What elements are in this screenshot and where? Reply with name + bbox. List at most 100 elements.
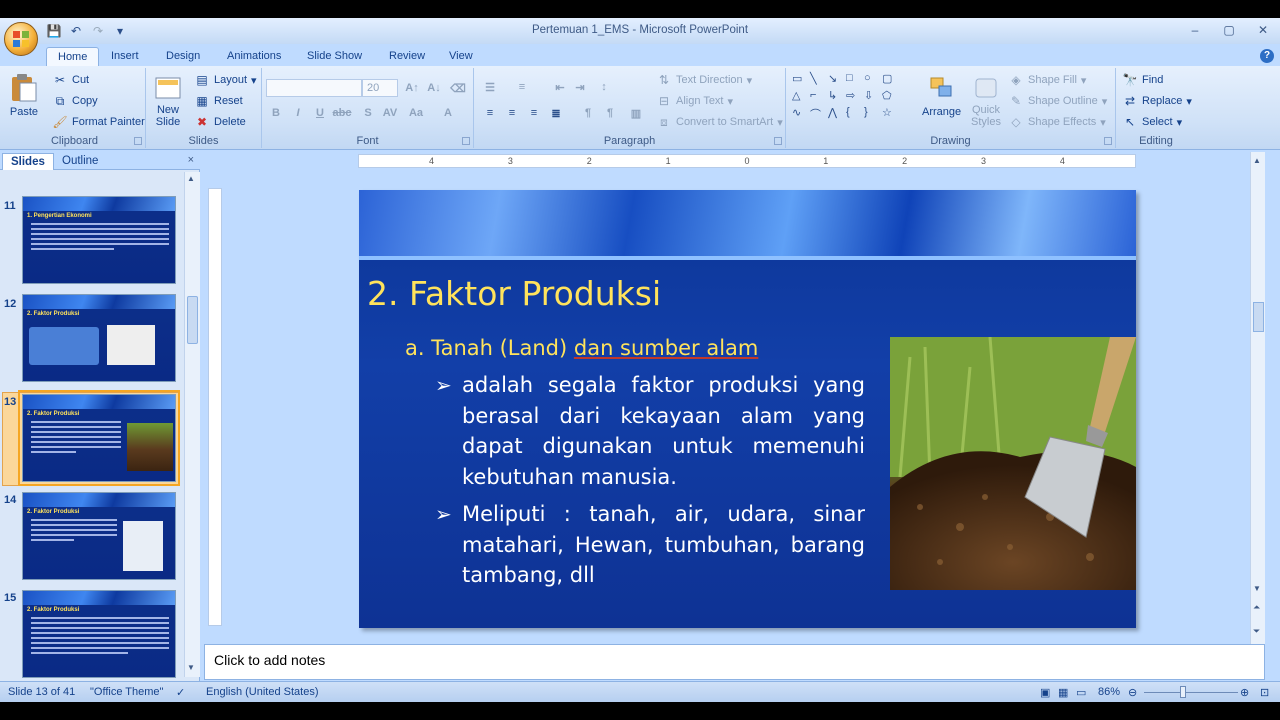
previous-slide-icon[interactable]: ⏶ bbox=[1253, 602, 1260, 613]
line-spacing-icon[interactable]: ↕ bbox=[594, 78, 614, 96]
change-case-icon[interactable]: Aa bbox=[406, 104, 426, 122]
columns-icon[interactable]: ▥ bbox=[626, 104, 646, 122]
language-status[interactable]: English (United States) bbox=[206, 686, 319, 698]
char-spacing-icon[interactable]: AV bbox=[380, 104, 400, 122]
slide-title[interactable]: 2. Faktor Produksi bbox=[367, 274, 661, 313]
brace-right-icon[interactable]: } bbox=[864, 106, 882, 122]
text-direction-ltr-icon[interactable]: ¶ bbox=[578, 104, 598, 122]
triangle-shape-icon[interactable]: △ bbox=[792, 89, 810, 102]
slide-thumbnail[interactable]: 2. Faktor Produksi bbox=[22, 590, 176, 678]
zoom-out-icon[interactable]: ⊖ bbox=[1128, 686, 1137, 699]
increase-indent-icon[interactable]: ⇥ bbox=[570, 78, 590, 96]
tab-view[interactable]: View bbox=[438, 47, 484, 66]
slide-thumbnail[interactable]: 1. Pengertian Ekonomi bbox=[22, 196, 176, 284]
current-slide[interactable]: 2. Faktor Produksi a. Tanah (Land) dan s… bbox=[359, 190, 1136, 628]
maximize-button[interactable]: ▢ bbox=[1212, 18, 1246, 42]
font-size-combo[interactable]: 20 bbox=[362, 79, 398, 97]
clear-format-icon[interactable]: ⌫ bbox=[448, 79, 468, 97]
align-center-icon[interactable]: ≡ bbox=[502, 104, 522, 122]
align-right-icon[interactable]: ≡ bbox=[524, 104, 544, 122]
line-shape-icon[interactable]: ╲ bbox=[810, 72, 828, 85]
align-text-button[interactable]: ⊟ Align Text ▾ bbox=[656, 93, 733, 109]
cut-button[interactable]: ✂ Cut bbox=[52, 72, 89, 88]
shape-fill-button[interactable]: ◈ Shape Fill ▾ bbox=[1008, 72, 1086, 88]
down-arrow-shape-icon[interactable]: ⇩ bbox=[864, 89, 882, 102]
elbow-connector-icon[interactable]: ⌐ bbox=[810, 89, 828, 102]
pentagon-shape-icon[interactable]: ⬠ bbox=[882, 89, 900, 102]
curve-shape-icon[interactable]: ∿ bbox=[792, 106, 810, 122]
tab-slide-show[interactable]: Slide Show bbox=[296, 47, 373, 66]
slide-thumbnail[interactable]: 2. Faktor Produksi bbox=[22, 294, 176, 382]
clipboard-launcher-icon[interactable] bbox=[134, 137, 142, 145]
textbox-shape-icon[interactable]: ▭ bbox=[792, 72, 810, 85]
find-button[interactable]: 🔭 Find bbox=[1122, 72, 1164, 88]
arrange-button[interactable]: Arrange bbox=[922, 72, 961, 118]
close-icon[interactable]: × bbox=[188, 154, 194, 166]
elbow-arrow-icon[interactable]: ↳ bbox=[828, 89, 846, 102]
zoom-slider[interactable] bbox=[1144, 692, 1238, 693]
tab-home[interactable]: Home bbox=[46, 47, 100, 66]
font-name-combo[interactable] bbox=[266, 79, 362, 97]
underline-icon[interactable]: U bbox=[310, 104, 330, 122]
scroll-down-icon[interactable]: ▼ bbox=[1253, 584, 1261, 593]
bold-icon[interactable]: B bbox=[266, 104, 286, 122]
freeform-shape-icon[interactable]: ⋀ bbox=[828, 106, 846, 122]
minimize-button[interactable]: – bbox=[1178, 18, 1212, 42]
next-slide-icon[interactable]: ⏷ bbox=[1253, 626, 1260, 637]
select-button[interactable]: ↖ Select ▾ bbox=[1122, 114, 1182, 130]
scroll-down-icon[interactable]: ▼ bbox=[187, 663, 198, 675]
tab-animations[interactable]: Animations bbox=[216, 47, 292, 66]
soil-shovel-photo[interactable] bbox=[890, 337, 1136, 590]
spellcheck-icon[interactable]: ✓ bbox=[176, 686, 185, 699]
fit-to-window-icon[interactable]: ⊡ bbox=[1260, 686, 1269, 699]
rectangle-shape-icon[interactable]: □ bbox=[846, 72, 864, 85]
grow-font-icon[interactable]: A↑ bbox=[402, 79, 422, 97]
convert-smartart-button[interactable]: ⧈ Convert to SmartArt ▾ bbox=[656, 114, 783, 130]
star-shape-icon[interactable]: ☆ bbox=[882, 106, 900, 122]
shape-outline-button[interactable]: ✎ Shape Outline ▾ bbox=[1008, 93, 1107, 109]
office-button[interactable] bbox=[4, 22, 38, 56]
brace-left-icon[interactable]: { bbox=[846, 106, 864, 122]
slide-vertical-scrollbar[interactable]: ▲ ▼ ⏶ ⏷ bbox=[1250, 152, 1265, 648]
strikethrough-icon[interactable]: abc bbox=[332, 104, 352, 122]
theme-status[interactable]: "Office Theme" bbox=[90, 686, 163, 698]
close-button[interactable]: ✕ bbox=[1246, 18, 1280, 42]
normal-view-icon[interactable]: ▣ bbox=[1040, 686, 1050, 699]
tab-outline[interactable]: Outline bbox=[54, 153, 106, 170]
slide-subheading[interactable]: a. Tanah (Land) dan sumber alam bbox=[405, 336, 758, 360]
drawing-launcher-icon[interactable] bbox=[1104, 137, 1112, 145]
scroll-up-icon[interactable]: ▲ bbox=[187, 174, 198, 186]
text-direction-button[interactable]: ⇅ Text Direction ▾ bbox=[656, 72, 752, 88]
slide-sorter-icon[interactable]: ▦ bbox=[1058, 686, 1068, 699]
scroll-thumb[interactable] bbox=[187, 296, 198, 344]
decrease-indent-icon[interactable]: ⇤ bbox=[550, 78, 570, 96]
format-painter-button[interactable]: 🖌 Format Painter bbox=[52, 114, 144, 130]
numbering-icon[interactable]: ≡ bbox=[512, 78, 532, 96]
notes-pane[interactable]: Click to add notes bbox=[204, 644, 1265, 680]
tab-slides[interactable]: Slides bbox=[2, 153, 54, 170]
delete-button[interactable]: ✖ Delete bbox=[194, 114, 246, 130]
slide-show-icon[interactable]: ▭ bbox=[1076, 686, 1086, 699]
tab-review[interactable]: Review bbox=[378, 47, 436, 66]
replace-button[interactable]: ⇄ Replace ▾ bbox=[1122, 93, 1192, 109]
slide-thumbnail[interactable]: 2. Faktor Produksi bbox=[22, 492, 176, 580]
rounded-rect-shape-icon[interactable]: ▢ bbox=[882, 72, 900, 85]
tab-design[interactable]: Design bbox=[155, 47, 211, 66]
shape-effects-button[interactable]: ◇ Shape Effects ▾ bbox=[1008, 114, 1105, 130]
bullets-icon[interactable]: ☰ bbox=[480, 78, 500, 96]
text-direction-rtl-icon[interactable]: ¶ bbox=[600, 104, 620, 122]
arrow-line-shape-icon[interactable]: ↘ bbox=[828, 72, 846, 85]
shapes-gallery[interactable]: ▭ ╲ ↘ □ ○ ▢ △ ⌐ ↳ ⇨ ⇩ ⬠ ∿ ⌒ ⋀{} ☆ bbox=[792, 72, 904, 122]
font-launcher-icon[interactable] bbox=[462, 137, 470, 145]
tab-insert[interactable]: Insert bbox=[100, 47, 150, 66]
zoom-in-icon[interactable]: ⊕ bbox=[1240, 686, 1249, 699]
zoom-slider-thumb[interactable] bbox=[1180, 686, 1186, 698]
help-icon[interactable]: ? bbox=[1260, 49, 1274, 63]
paste-button[interactable]: Paste bbox=[8, 72, 40, 118]
layout-button[interactable]: ▤ Layout ▾ bbox=[194, 72, 256, 88]
oval-shape-icon[interactable]: ○ bbox=[864, 72, 882, 85]
quick-styles-button[interactable]: Quick Styles bbox=[970, 72, 1002, 128]
justify-icon[interactable]: ≣ bbox=[546, 104, 566, 122]
shrink-font-icon[interactable]: A↓ bbox=[424, 79, 444, 97]
reset-button[interactable]: ▦ Reset bbox=[194, 93, 242, 109]
